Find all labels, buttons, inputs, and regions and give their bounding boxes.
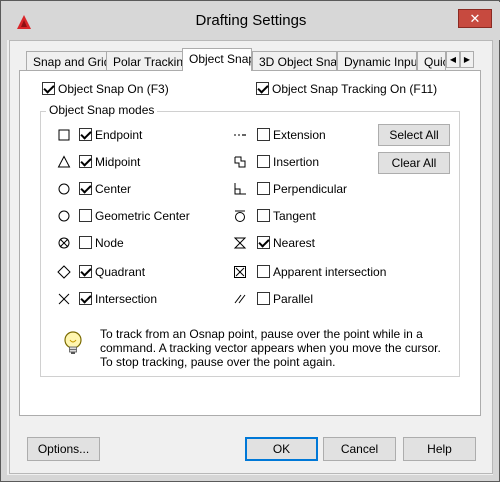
quadrant-label[interactable]: Quadrant [95,265,145,279]
info-line: To track from an Osnap point, pause over… [100,327,423,341]
insertion-icon [234,156,246,168]
object-snap-tracking-checkbox[interactable] [256,82,269,95]
node-checkbox[interactable] [79,236,92,249]
tab-3d-object-snap[interactable]: 3D Object Snap [252,51,337,71]
info-line: command. A tracking vector appears when … [100,341,441,355]
tangent-checkbox[interactable] [257,209,270,222]
midpoint-label[interactable]: Midpoint [95,155,140,169]
apparent-intersection-label[interactable]: Apparent intersection [273,265,386,279]
clear-all-button[interactable]: Clear All [378,152,450,174]
info-line: To stop tracking, pause over the point a… [100,355,336,369]
ok-button[interactable]: OK [245,437,318,461]
center-icon [58,183,70,195]
intersection-label[interactable]: Intersection [95,292,157,306]
nearest-label[interactable]: Nearest [273,236,315,250]
object-snap-modes-title: Object Snap modes [46,103,158,117]
geometric-center-checkbox[interactable] [79,209,92,222]
close-button[interactable]: ✕ [458,9,492,28]
object-snap-on-label[interactable]: Object Snap On (F3) [58,82,169,96]
node-icon [58,237,70,249]
quadrant-icon [57,265,71,279]
nearest-checkbox[interactable] [257,236,270,249]
insertion-checkbox[interactable] [257,155,270,168]
center-checkbox[interactable] [79,182,92,195]
apparent-intersection-icon [234,266,246,278]
endpoint-icon [58,129,70,141]
parallel-checkbox[interactable] [257,292,270,305]
tab-object-snap[interactable]: Object Snap [182,48,252,71]
tab-quick-properties[interactable]: Quic [417,51,446,71]
object-snap-tracking-label[interactable]: Object Snap Tracking On (F11) [272,82,437,96]
perpendicular-label[interactable]: Perpendicular [273,182,347,196]
title-bar[interactable]: Drafting Settings ✕ [2,2,500,40]
nearest-icon [233,237,247,249]
midpoint-icon [57,155,71,168]
extension-checkbox[interactable] [257,128,270,141]
apparent-intersection-checkbox[interactable] [257,265,270,278]
parallel-label[interactable]: Parallel [273,292,313,306]
options-button[interactable]: Options... [27,437,100,461]
object-snap-on-checkbox[interactable] [42,82,55,95]
center-label[interactable]: Center [95,182,131,196]
lightbulb-icon [64,331,82,354]
tracking-info-text: To track from an Osnap point, pause over… [100,327,450,369]
help-button[interactable]: Help [403,437,476,461]
quadrant-checkbox[interactable] [79,265,92,278]
geometric-center-label[interactable]: Geometric Center [95,209,190,223]
geometric-center-icon [58,210,70,222]
cancel-button[interactable]: Cancel [323,437,396,461]
tab-snap-and-grid[interactable]: Snap and Grid [26,51,107,71]
tab-polar-tracking[interactable]: Polar Tracking [106,51,183,71]
select-all-button[interactable]: Select All [378,124,450,146]
tangent-icon [235,210,245,222]
extension-icon [234,134,246,136]
endpoint-checkbox[interactable] [79,128,92,141]
intersection-icon [58,293,70,305]
window-title: Drafting Settings [195,12,307,29]
midpoint-checkbox[interactable] [79,155,92,168]
tab-scroll-right-button[interactable]: ▶ [460,51,474,68]
node-label[interactable]: Node [95,236,124,250]
perpendicular-icon [234,183,246,195]
tab-dynamic-input[interactable]: Dynamic Input [337,51,417,71]
perpendicular-checkbox[interactable] [257,182,270,195]
extension-label[interactable]: Extension [273,128,326,142]
tab-scroll-left-button[interactable]: ◀ [446,51,460,68]
tangent-label[interactable]: Tangent [273,209,316,223]
endpoint-label[interactable]: Endpoint [95,128,142,142]
parallel-icon [234,294,246,304]
insertion-label[interactable]: Insertion [273,155,319,169]
intersection-checkbox[interactable] [79,292,92,305]
